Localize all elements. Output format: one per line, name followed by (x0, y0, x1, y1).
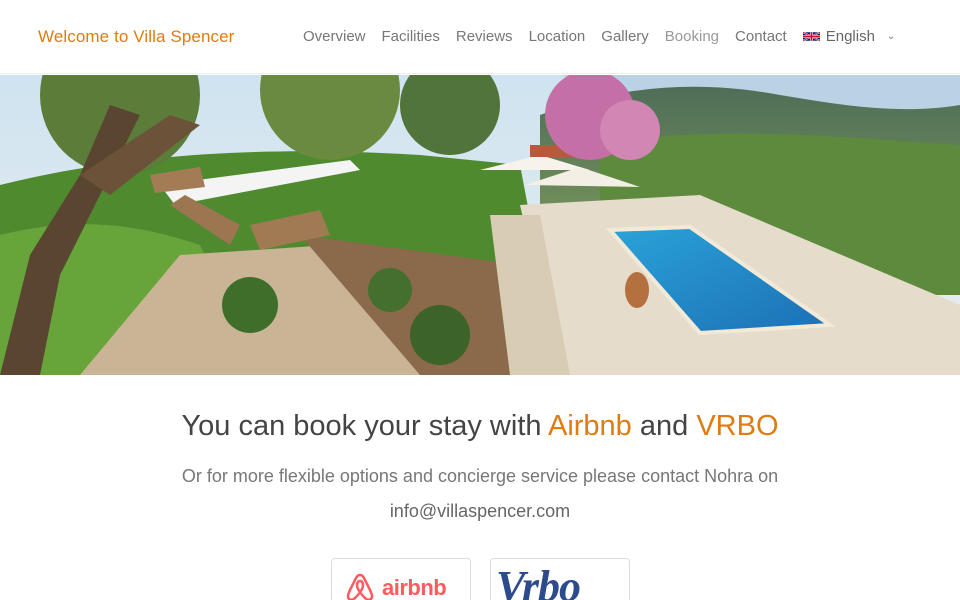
flag-uk-icon (802, 31, 820, 42)
nav-facilities[interactable]: Facilities (382, 28, 440, 45)
site-brand-link[interactable]: Welcome to Villa Spencer (38, 27, 234, 47)
nav-booking[interactable]: Booking (665, 28, 719, 45)
nav-gallery[interactable]: Gallery (601, 28, 649, 45)
language-selector[interactable]: English ⌄ (802, 28, 896, 45)
airbnb-logo-icon (346, 573, 374, 600)
nav-overview[interactable]: Overview (303, 28, 366, 45)
vrbo-link[interactable]: VRBO (696, 410, 778, 442)
villa-garden-pool-photo (0, 75, 960, 375)
airbnb-badge-button[interactable]: airbnb (331, 558, 471, 600)
hero-image (0, 75, 960, 375)
vrbo-badge-label: Vrbo (496, 562, 581, 600)
booking-subtitle: Or for more flexible options and concier… (181, 466, 779, 486)
nav-contact[interactable]: Contact (735, 28, 787, 45)
booking-heading-and: and (639, 410, 689, 442)
vrbo-badge-button[interactable]: Vrbo (490, 558, 630, 600)
nav-reviews[interactable]: Reviews (456, 28, 513, 45)
chevron-down-icon: ⌄ (886, 31, 896, 42)
language-label: English (825, 28, 875, 45)
nav-location[interactable]: Location (529, 28, 586, 45)
booking-heading: You can book your stay with Airbnb and V… (0, 410, 960, 443)
site-header: Welcome to Villa Spencer Overview Facili… (0, 0, 960, 74)
contact-email-link[interactable]: info@villaspencer.com (0, 501, 960, 522)
airbnb-link[interactable]: Airbnb (548, 410, 632, 442)
booking-heading-prefix: You can book your stay with (181, 410, 542, 442)
main-nav: Overview Facilities Reviews Location Gal… (303, 28, 895, 45)
airbnb-badge-label: airbnb (382, 575, 447, 600)
